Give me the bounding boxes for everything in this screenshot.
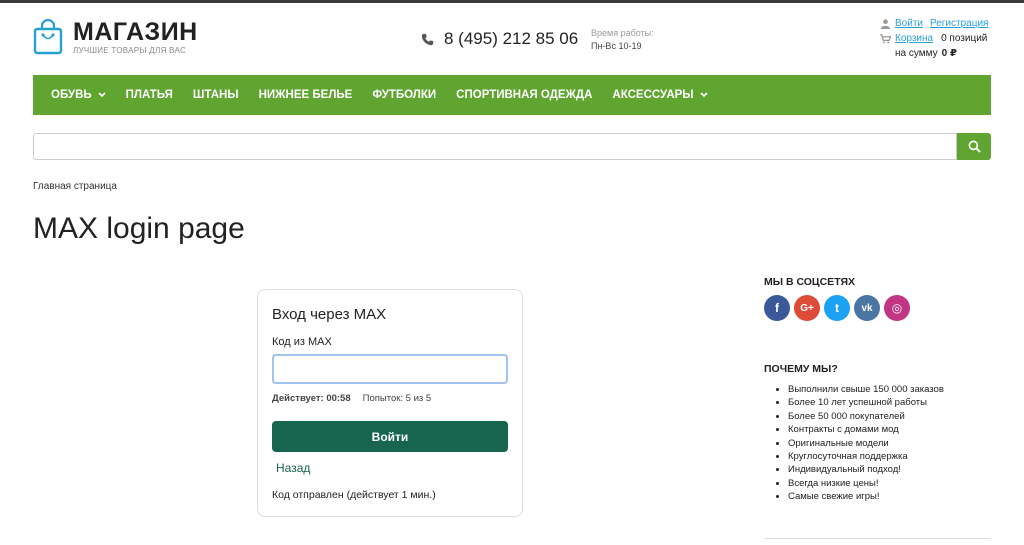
login-button[interactable]: Войти xyxy=(272,421,508,452)
sidebar-divider xyxy=(764,538,991,539)
code-label: Код из MAX xyxy=(272,336,332,348)
nav-item-label: ФУТБОЛКИ xyxy=(372,89,437,101)
search-button[interactable] xyxy=(957,133,991,160)
cart-sum-value: 0 ₽ xyxy=(941,48,957,59)
social-heading: МЫ В СОЦСЕТЯХ xyxy=(764,276,856,288)
hours-value: Пн-Вс 10-19 xyxy=(591,41,642,51)
list-item: Оригинальные модели xyxy=(788,437,944,450)
status-text: Код отправлен (действует 1 мин.) xyxy=(272,489,436,501)
card-title: Вход через MAX xyxy=(272,306,387,323)
list-item: Контракты с домами мод xyxy=(788,423,944,436)
max-login-card: Вход через MAX Код из MAX Действует: 00:… xyxy=(257,289,523,517)
nav-item-label: ПЛАТЬЯ xyxy=(125,89,173,101)
logo-subtitle: ЛУЧШИЕ ТОВАРЫ ДЛЯ ВАС xyxy=(73,46,187,55)
top-border xyxy=(0,0,1024,3)
site-header: МАГАЗИН ЛУЧШИЕ ТОВАРЫ ДЛЯ ВАС 8 (495) 21… xyxy=(33,14,991,70)
shopping-bag-icon xyxy=(33,19,63,55)
nav-item-dresses[interactable]: ПЛАТЬЯ xyxy=(116,89,183,101)
nav-item-sportswear[interactable]: СПОРТИВНАЯ ОДЕЖДА xyxy=(446,89,602,101)
nav-item-label: НИЖНЕЕ БЕЛЬЕ xyxy=(258,89,353,101)
why-us-block: ПОЧЕМУ МЫ? Выполнили свыше 150 000 заказ… xyxy=(764,363,944,504)
register-link[interactable]: Регистрация xyxy=(930,16,988,31)
code-meta: Действует: 00:58 Попыток: 5 из 5 xyxy=(272,393,431,404)
nav-item-underwear[interactable]: НИЖНЕЕ БЕЛЬЕ xyxy=(249,89,363,101)
why-list: Выполнили свыше 150 000 заказов Более 10… xyxy=(764,383,944,504)
chevron-down-icon xyxy=(98,92,106,98)
user-icon xyxy=(879,18,891,29)
page-title: MAX login page xyxy=(33,212,245,245)
nav-item-label: АКСЕССУАРЫ xyxy=(612,89,694,101)
phone-icon xyxy=(421,33,434,45)
hours-label: Время работы: xyxy=(591,28,654,38)
nav-item-tshirts[interactable]: ФУТБОЛКИ xyxy=(362,89,446,101)
chevron-down-icon xyxy=(699,92,708,98)
twitter-icon[interactable]: t xyxy=(824,295,850,321)
nav-item-label: СПОРТИВНАЯ ОДЕЖДА xyxy=(456,89,593,101)
phone-number[interactable]: 8 (495) 212 85 06 xyxy=(444,29,578,49)
search-bar xyxy=(33,133,991,160)
user-panel: Войти Регистрация Корзина 0 позиций на с… xyxy=(879,16,991,61)
list-item: Более 50 000 покупателей xyxy=(788,410,944,423)
list-item: Самые свежие игры! xyxy=(788,490,944,503)
facebook-icon[interactable]: f xyxy=(764,295,790,321)
nav-item-accessories[interactable]: АКСЕССУАРЫ xyxy=(602,89,717,101)
sidebar-socials: МЫ В СОЦСЕТЯХ f G+ t vk ◎ xyxy=(764,276,991,321)
logo[interactable]: МАГАЗИН ЛУЧШИЕ ТОВАРЫ ДЛЯ ВАС xyxy=(33,19,198,55)
login-link[interactable]: Войти xyxy=(895,16,923,31)
phone-block: 8 (495) 212 85 06 xyxy=(421,29,578,49)
list-item: Выполнили свыше 150 000 заказов xyxy=(788,383,944,396)
list-item: Круглосуточная поддержка xyxy=(788,450,944,463)
google-plus-icon[interactable]: G+ xyxy=(794,295,820,321)
main-nav: ОБУВЬ ПЛАТЬЯ ШТАНЫ НИЖНЕЕ БЕЛЬЕ ФУТБОЛКИ… xyxy=(33,75,991,115)
nav-item-shoes[interactable]: ОБУВЬ xyxy=(33,89,116,101)
cart-link[interactable]: Корзина xyxy=(895,31,933,46)
list-item: Более 10 лет успешной работы xyxy=(788,396,944,409)
working-hours: Время работы: Пн-Вс 10-19 xyxy=(591,27,654,53)
nav-item-pants[interactable]: ШТАНЫ xyxy=(183,89,249,101)
nav-item-label: ШТАНЫ xyxy=(192,89,239,101)
vk-icon[interactable]: vk xyxy=(854,295,880,321)
search-input[interactable] xyxy=(33,133,957,160)
list-item: Индивидуальный подход! xyxy=(788,463,944,476)
cart-icon xyxy=(879,33,891,44)
list-item: Всегда низкие цены! xyxy=(788,477,944,490)
logo-title: МАГАЗИН xyxy=(73,18,198,46)
why-heading: ПОЧЕМУ МЫ? xyxy=(764,363,838,375)
back-link[interactable]: Назад xyxy=(276,461,310,475)
nav-item-label: ОБУВЬ xyxy=(51,89,92,101)
cart-count: 0 позиций xyxy=(941,33,988,44)
attempts-text: Попыток: 5 из 5 xyxy=(362,393,432,404)
instagram-icon[interactable]: ◎ xyxy=(884,295,910,321)
timer-text: Действует: 00:58 xyxy=(272,393,351,404)
breadcrumb[interactable]: Главная страница xyxy=(33,181,117,192)
code-input[interactable] xyxy=(272,354,508,384)
social-icons: f G+ t vk ◎ xyxy=(764,295,991,321)
cart-sum-label: на сумму xyxy=(895,48,938,59)
search-icon xyxy=(968,140,981,153)
